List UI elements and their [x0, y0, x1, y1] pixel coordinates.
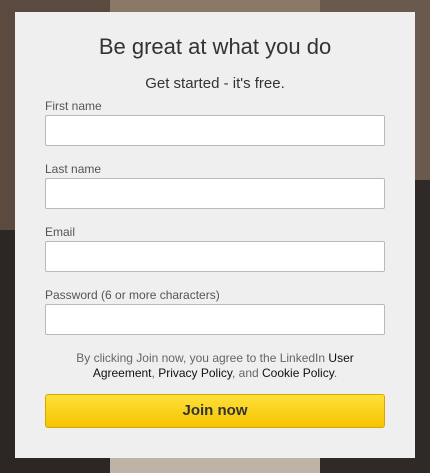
- page-title: Be great at what you do: [98, 34, 332, 59]
- agreement-separator: , and: [231, 366, 263, 380]
- first-name-label: First name: [45, 99, 102, 113]
- signup-card: Be great at what you do Get started - it…: [15, 12, 415, 458]
- password-field[interactable]: [45, 304, 385, 335]
- agreement-text: By clicking Join now, you agree to the L…: [45, 351, 385, 381]
- agreement-prefix: By clicking Join now, you agree to the L…: [76, 351, 329, 365]
- cookie-policy-link[interactable]: Cookie Policy: [262, 366, 334, 380]
- page-subtitle: Get started - it's free.: [145, 75, 285, 92]
- privacy-policy-link[interactable]: Privacy Policy: [158, 366, 232, 380]
- email-label: Email: [45, 225, 76, 239]
- join-now-button[interactable]: Join now: [45, 394, 385, 428]
- last-name-field[interactable]: [45, 178, 385, 209]
- agreement-suffix: .: [333, 366, 338, 380]
- first-name-field[interactable]: [45, 115, 385, 146]
- email-field[interactable]: [45, 241, 385, 272]
- password-label: Password (6 or more characters): [45, 288, 220, 302]
- last-name-label: Last name: [45, 162, 102, 176]
